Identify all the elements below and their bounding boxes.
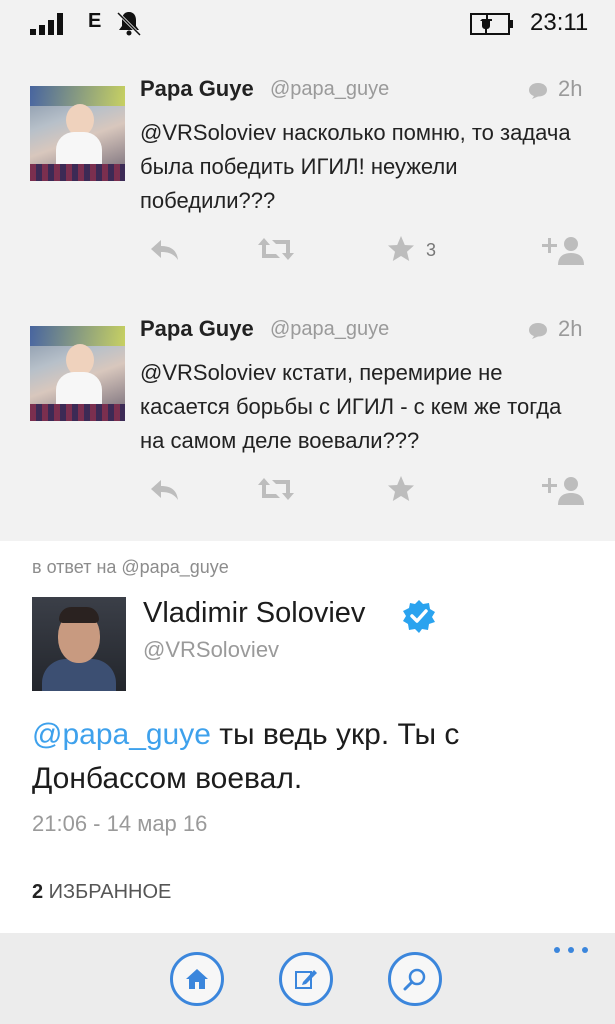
tweet[interactable]: Papa Guye @papa_guye 2h @VRSoloviev кста…: [0, 316, 615, 566]
handle: @papa_guye: [270, 78, 390, 100]
handle: @papa_guye: [270, 318, 390, 340]
app-bar: [0, 933, 615, 1024]
more-options-icon[interactable]: [554, 943, 594, 955]
tweet-detail: в ответ на @papa_guye Vladimir Soloviev …: [0, 541, 615, 933]
tweet-time: 2h: [558, 316, 583, 341]
network-type: E: [88, 10, 102, 32]
conversation-bubble-icon: [528, 82, 548, 105]
tweet-timestamp: 21:06 - 14 мар 16: [32, 811, 208, 836]
tweet-header: Papa Guye @papa_guye 2h: [140, 316, 590, 348]
mention-link[interactable]: @papa_guye: [32, 718, 211, 751]
author-avatar[interactable]: [32, 597, 126, 691]
avatar[interactable]: [30, 326, 125, 421]
verified-badge-icon: [402, 599, 436, 638]
conversation-bubble-icon: [528, 322, 548, 345]
compose-button[interactable]: [279, 952, 333, 1006]
display-name[interactable]: Papa Guye: [140, 76, 254, 102]
compose-icon: [295, 970, 317, 989]
favorites-label: ИЗБРАННОЕ: [43, 881, 172, 903]
home-button[interactable]: [170, 952, 224, 1006]
tweet-text: @VRSoloviev насколько помню, то задача б…: [140, 120, 571, 213]
display-name[interactable]: Papa Guye: [140, 316, 254, 342]
tweet-text: @VRSoloviev кстати, перемирие не касаетс…: [140, 360, 562, 453]
retweet-icon[interactable]: [256, 474, 296, 510]
battery-charging-icon: [470, 12, 516, 41]
add-user-icon[interactable]: [540, 234, 586, 270]
status-time: 23:11: [530, 9, 589, 36]
tweet-text: @papa_guye ты ведь укр. Ты с Донбассом в…: [32, 713, 592, 801]
search-button[interactable]: [388, 952, 442, 1006]
status-bar: E 23:11: [0, 0, 615, 46]
tweet-time: 2h: [558, 76, 583, 101]
tweet-actions: [0, 474, 615, 514]
tweet-actions: 3: [0, 234, 615, 274]
add-user-icon[interactable]: [540, 474, 586, 510]
author-handle: @VRSoloviev: [143, 637, 280, 662]
reply-icon[interactable]: [148, 234, 182, 270]
reply-icon[interactable]: [148, 474, 182, 510]
reply-to-label[interactable]: в ответ на @papa_guye: [32, 557, 229, 578]
avatar[interactable]: [30, 86, 125, 181]
favorite-count: 3: [426, 240, 437, 260]
favorites-count: 2: [32, 881, 44, 903]
author-name[interactable]: Vladimir Soloviev: [143, 597, 365, 630]
favorites-stat[interactable]: 2 ИЗБРАННОЕ: [32, 881, 171, 904]
alarm-icon: [116, 9, 142, 42]
tweet-header: Papa Guye @papa_guye 2h: [140, 76, 590, 108]
signal-icon: [30, 13, 70, 35]
home-icon: [186, 969, 208, 989]
tweet[interactable]: Papa Guye @papa_guye 2h @VRSoloviev наск…: [0, 76, 615, 326]
retweet-icon[interactable]: [256, 234, 296, 270]
conversation-list: Papa Guye @papa_guye 2h @VRSoloviev наск…: [0, 46, 615, 541]
favorite-star-icon[interactable]: [386, 234, 416, 270]
favorite-star-icon[interactable]: [386, 474, 416, 510]
search-icon: [403, 968, 426, 991]
